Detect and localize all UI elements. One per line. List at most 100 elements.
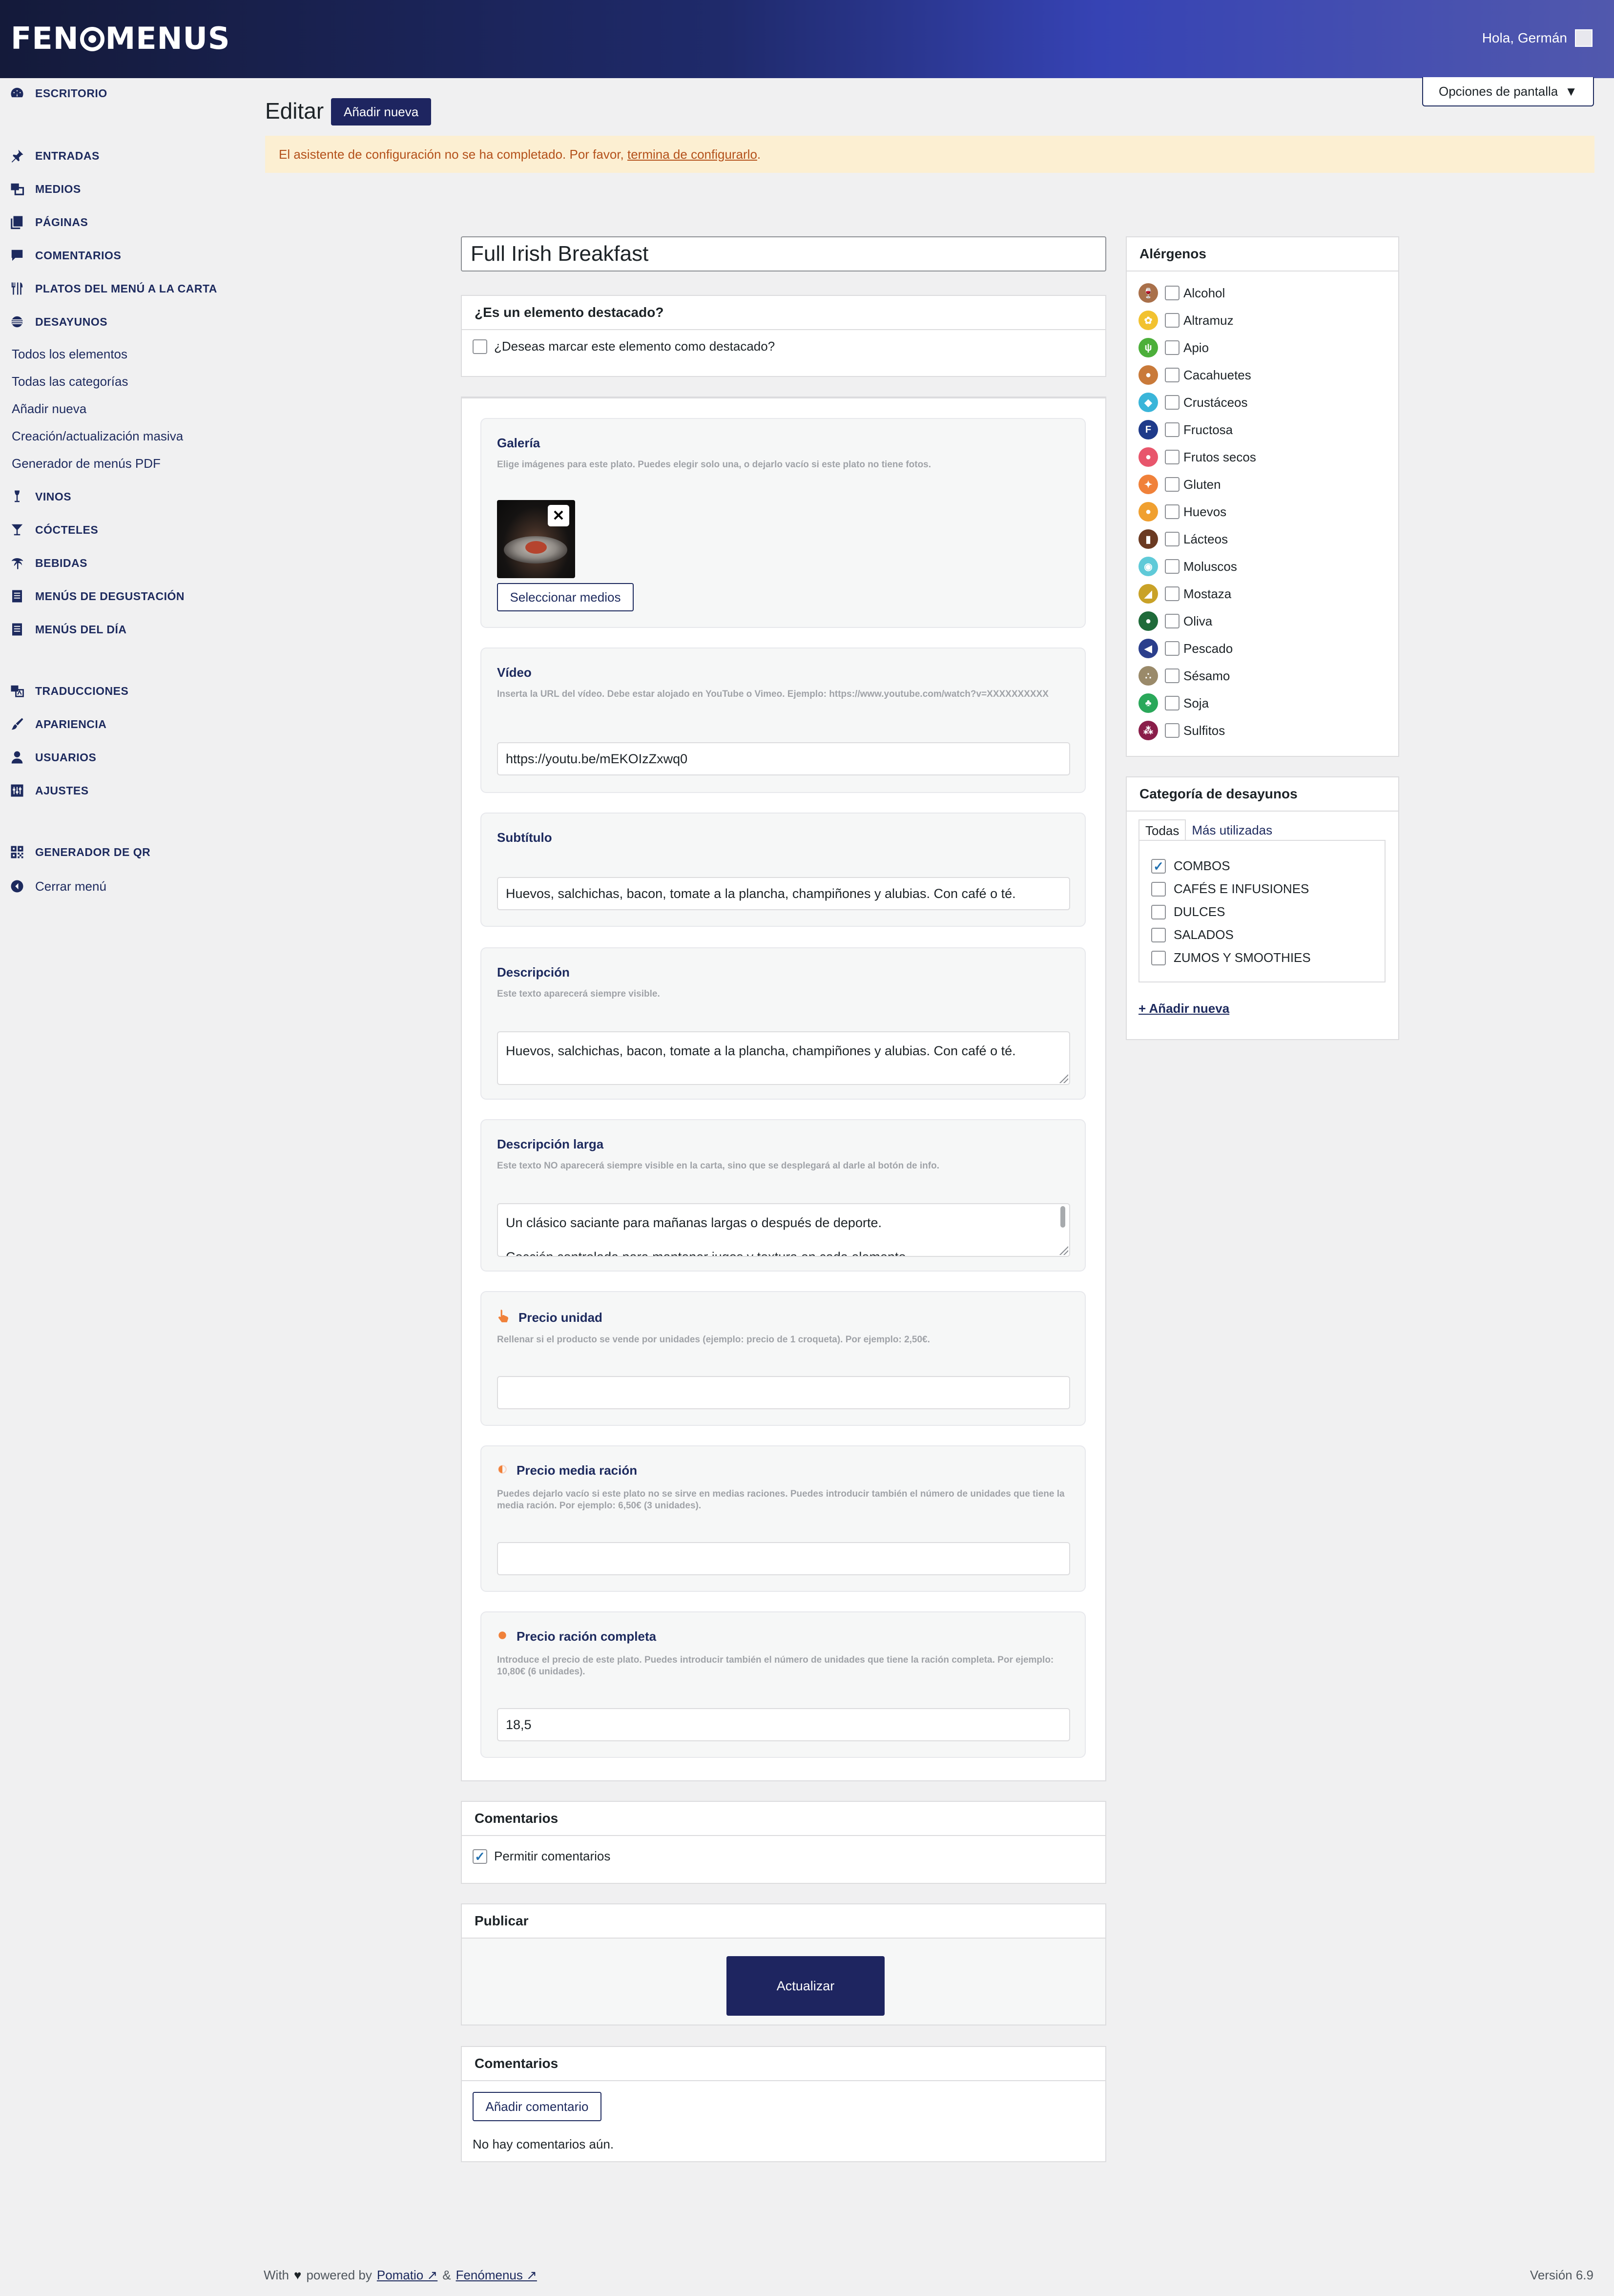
allergen-row[interactable]: ∴ Sésamo	[1138, 662, 1256, 689]
sidebar-item-entradas[interactable]: ENTRADAS	[9, 147, 100, 164]
unit-price-input[interactable]	[497, 1376, 1070, 1409]
allergen-checkbox[interactable]	[1165, 395, 1179, 410]
category-item[interactable]: ZUMOS Y SMOOTHIES	[1139, 946, 1385, 969]
allergen-label: Oliva	[1183, 613, 1213, 628]
resize-grip-icon[interactable]	[1058, 1073, 1068, 1083]
subtitle-input[interactable]: Huevos, salchichas, bacon, tomate a la p…	[497, 877, 1070, 910]
sidebar-item-platos[interactable]: PLATOS DEL MENÚ A LA CARTA	[9, 280, 217, 297]
category-item[interactable]: COMBOS	[1139, 855, 1385, 877]
pomatio-link[interactable]: Pomatio ↗	[377, 2268, 437, 2283]
category-checkbox[interactable]	[1151, 904, 1166, 919]
collapse-menu-button[interactable]: Cerrar menú	[9, 878, 106, 895]
sidebar-item-escritorio[interactable]: ESCRITORIO	[9, 85, 107, 102]
category-item[interactable]: SALADOS	[1139, 923, 1385, 946]
category-item[interactable]: DULCES	[1139, 900, 1385, 923]
submenu-creacion-masiva[interactable]: Creación/actualización masiva	[12, 429, 183, 444]
sidebar-item-desayunos[interactable]: DESAYUNOS	[9, 313, 107, 330]
video-url-input[interactable]: https://youtu.be/mEKOIzZxwq0	[497, 742, 1070, 775]
sidebar-item-paginas[interactable]: PÁGINAS	[9, 214, 88, 230]
allergen-checkbox[interactable]	[1165, 477, 1179, 492]
post-title-input[interactable]: Full Irish Breakfast	[461, 236, 1106, 271]
allergen-row[interactable]: ◢ Mostaza	[1138, 580, 1256, 607]
tab-todas[interactable]: Todas	[1138, 819, 1186, 842]
allergen-row[interactable]: 🍷 Alcohol	[1138, 279, 1256, 307]
allergen-checkbox[interactable]	[1165, 641, 1179, 656]
allergen-checkbox[interactable]	[1165, 723, 1179, 738]
allergen-row[interactable]: ● Oliva	[1138, 607, 1256, 635]
sidebar-item-bebidas[interactable]: BEBIDAS	[9, 555, 87, 571]
allergen-checkbox[interactable]	[1165, 340, 1179, 355]
category-item[interactable]: CAFÉS E INFUSIONES	[1139, 877, 1385, 900]
description-textarea[interactable]: Huevos, salchichas, bacon, tomate a la p…	[497, 1031, 1070, 1085]
category-checkbox[interactable]	[1151, 950, 1166, 965]
allergen-checkbox[interactable]	[1165, 313, 1179, 328]
add-new-button[interactable]: Añadir nueva	[331, 98, 432, 125]
submenu-anadir-nueva[interactable]: Añadir nueva	[12, 401, 86, 417]
half-price-input[interactable]	[497, 1542, 1070, 1575]
allergen-checkbox[interactable]	[1165, 504, 1179, 519]
fenomenus-link[interactable]: Fenómenus ↗	[456, 2268, 537, 2283]
long-description-textarea[interactable]: Un clásico saciante para mañanas largas …	[497, 1203, 1070, 1257]
allergen-row[interactable]: ◀ Pescado	[1138, 635, 1256, 662]
category-checkbox[interactable]	[1151, 881, 1166, 897]
allergen-checkbox[interactable]	[1165, 586, 1179, 601]
allergen-row[interactable]: F Fructosa	[1138, 416, 1256, 443]
sidebar-item-ajustes[interactable]: AJUSTES	[9, 782, 89, 799]
resize-grip-icon[interactable]	[1058, 1245, 1068, 1255]
allergen-row[interactable]: ● Cacahuetes	[1138, 361, 1256, 389]
allergen-row[interactable]: ✦ Gluten	[1138, 471, 1256, 498]
textarea-scrollbar[interactable]	[1060, 1206, 1065, 1228]
allergen-checkbox[interactable]	[1165, 532, 1179, 546]
remove-image-icon[interactable]: ✕	[548, 505, 569, 526]
allergen-row[interactable]: ◉ Moluscos	[1138, 553, 1256, 580]
add-comment-button[interactable]: Añadir comentario	[473, 2092, 601, 2121]
sidebar-item-cocteles[interactable]: CÓCTELES	[9, 522, 98, 538]
allow-comments-checkbox[interactable]	[473, 1849, 487, 1864]
allergen-checkbox[interactable]	[1165, 422, 1179, 437]
sidebar-item-medios[interactable]: MEDIOS	[9, 181, 81, 197]
allergen-checkbox[interactable]	[1165, 286, 1179, 300]
full-price-input[interactable]: 18,5	[497, 1708, 1070, 1741]
allergen-checkbox[interactable]	[1165, 559, 1179, 574]
user-greeting[interactable]: Hola, Germán	[1482, 29, 1593, 47]
allergen-checkbox[interactable]	[1165, 368, 1179, 382]
update-button[interactable]: Actualizar	[726, 1956, 885, 2016]
category-checkbox[interactable]	[1151, 858, 1166, 874]
allergen-row[interactable]: ● Frutos secos	[1138, 443, 1256, 471]
tab-mas-utilizadas[interactable]: Más utilizadas	[1186, 819, 1278, 841]
sidebar-item-traducciones[interactable]: TRADUCCIONES	[9, 683, 128, 699]
sidebar-item-apariencia[interactable]: APARIENCIA	[9, 716, 106, 732]
select-media-button[interactable]: Seleccionar medios	[497, 583, 634, 611]
allergen-row[interactable]: ✿ Altramuz	[1138, 307, 1256, 334]
allergen-row[interactable]: ▮ Lácteos	[1138, 525, 1256, 553]
allergen-checkbox[interactable]	[1165, 668, 1179, 683]
add-category-link[interactable]: + Añadir nueva	[1138, 1001, 1229, 1016]
featured-checkbox[interactable]	[473, 339, 487, 354]
allergen-row[interactable]: ◆ Crustáceos	[1138, 389, 1256, 416]
sidebar-item-usuarios[interactable]: USUARIOS	[9, 749, 96, 766]
allergen-checkbox[interactable]	[1165, 450, 1179, 464]
sidebar-item-label: MENÚS DE DEGUSTACIÓN	[35, 589, 185, 603]
submenu-todas-categorias[interactable]: Todas las categorías	[12, 374, 128, 389]
allergen-label: Mostaza	[1183, 586, 1232, 601]
cocktail-icon	[9, 522, 25, 538]
notice-link[interactable]: termina de configurarlo	[627, 147, 757, 162]
allergen-checkbox[interactable]	[1165, 696, 1179, 710]
submenu-todos-elementos[interactable]: Todos los elementos	[12, 347, 127, 362]
allergen-row[interactable]: ⁂ Sulfitos	[1138, 717, 1256, 744]
allergen-row[interactable]: ψ Apio	[1138, 334, 1256, 361]
full-price-field: Precio ración completa Introduce el prec…	[480, 1611, 1086, 1758]
allergen-row[interactable]: ♣ Soja	[1138, 689, 1256, 717]
sidebar-item-vinos[interactable]: VINOS	[9, 488, 71, 505]
sidebar-item-generador-qr[interactable]: GENERADOR DE QR	[9, 844, 150, 860]
screen-options-button[interactable]: Opciones de pantalla ▼	[1422, 77, 1594, 106]
sidebar-item-menus-dia[interactable]: MENÚS DEL DÍA	[9, 621, 127, 638]
submenu-generador-pdf[interactable]: Generador de menús PDF	[12, 456, 161, 471]
sidebar-item-menus-degustacion[interactable]: MENÚS DE DEGUSTACIÓN	[9, 588, 185, 605]
allergen-checkbox[interactable]	[1165, 614, 1179, 628]
allergen-row[interactable]: ● Huevos	[1138, 498, 1256, 525]
category-checkbox[interactable]	[1151, 927, 1166, 942]
sidebar-item-comentarios[interactable]: COMENTARIOS	[9, 247, 121, 264]
sulfites-icon: ⁂	[1138, 721, 1158, 740]
app-logo[interactable]: FEN MENUS	[11, 21, 230, 56]
